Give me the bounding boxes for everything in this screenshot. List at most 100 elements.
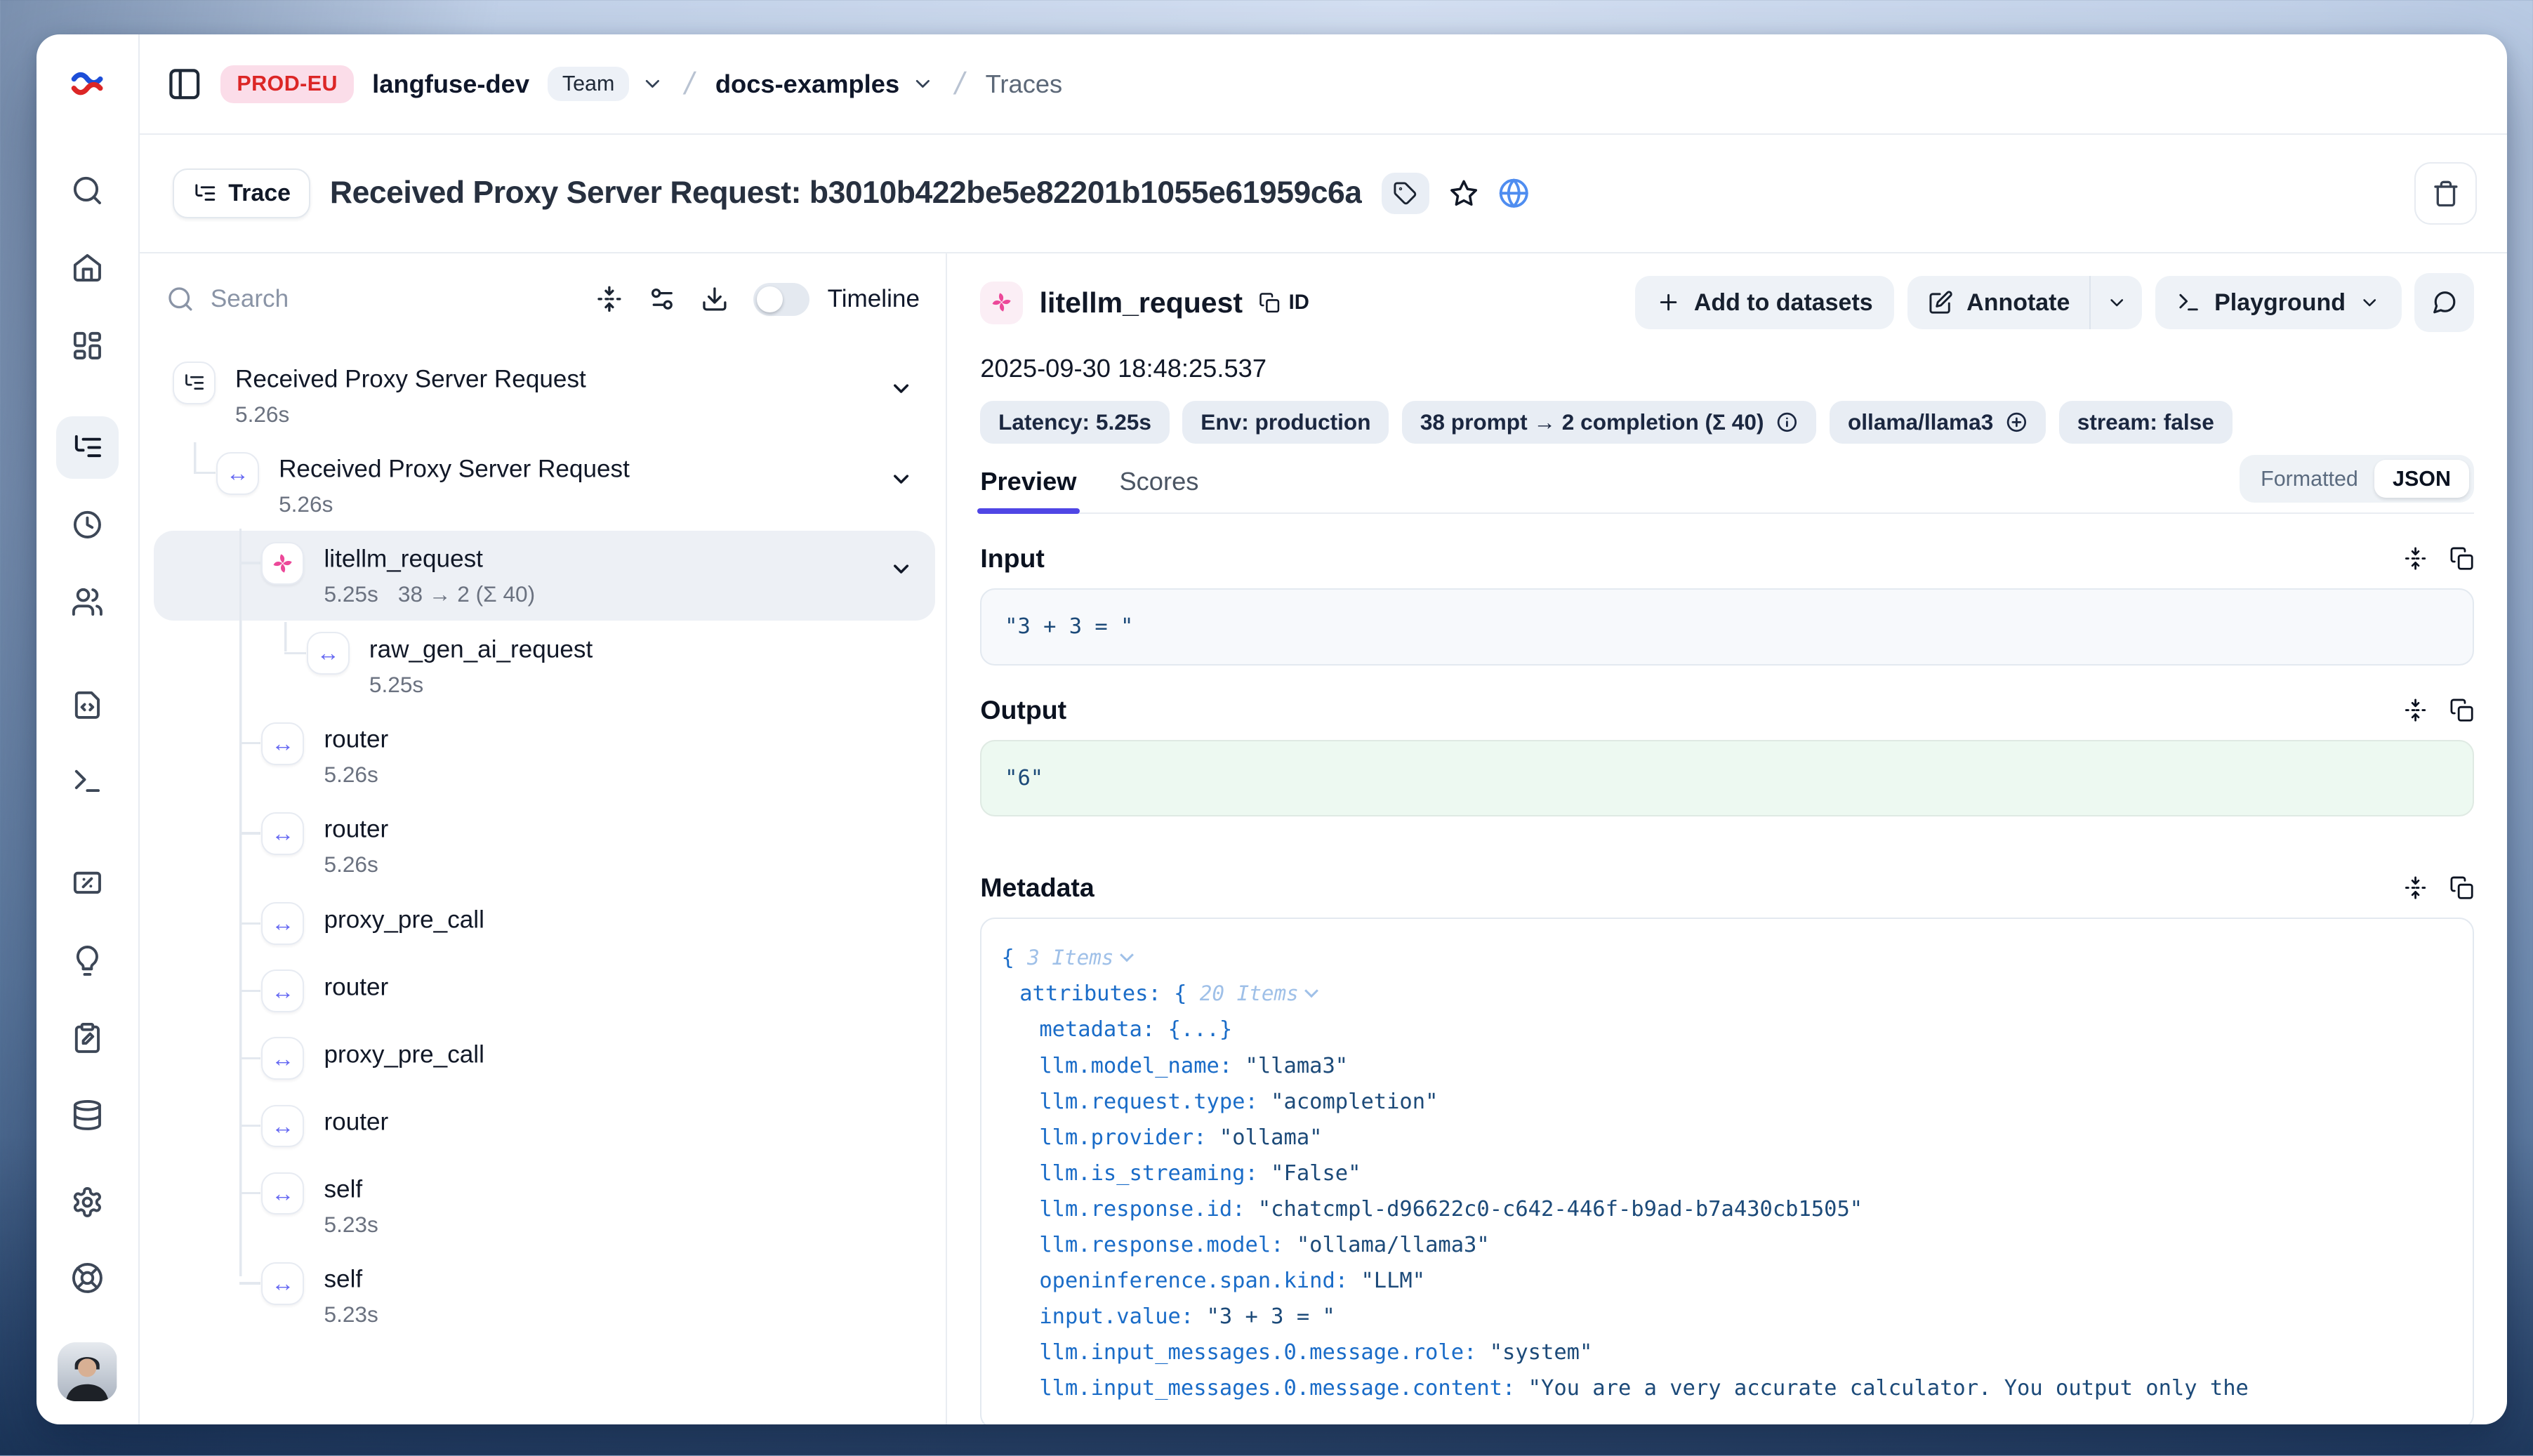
tab-preview[interactable]: Preview — [980, 467, 1076, 496]
json-value: "False" — [1271, 1161, 1361, 1186]
tree-row-span[interactable]: ↔ proxy_pre_call — [239, 892, 923, 960]
collapse-section-icon[interactable] — [2403, 698, 2428, 722]
json-line: llm.input_messages.0.message.role"system… — [1001, 1335, 2452, 1370]
tree-row-span[interactable]: ↔ raw_gen_ai_request 5.25s — [284, 622, 922, 712]
span-icon: ↔ — [261, 969, 304, 1012]
playground-terminal-icon[interactable] — [66, 760, 109, 802]
main-column: PROD-EU langfuse-dev Team / docs-example… — [140, 34, 2506, 1424]
metadata-section-icons — [2403, 875, 2474, 900]
delete-trace-button[interactable] — [2414, 162, 2477, 225]
content-area: Timeline Received Proxy Server Request 5… — [140, 253, 2506, 1424]
tree-row-label: Received Proxy Server Request — [235, 362, 586, 393]
users-icon[interactable] — [66, 581, 109, 623]
tree-row-trace-root[interactable]: Received Proxy Server Request 5.26s — [173, 352, 923, 442]
annotation-clipboard-icon[interactable] — [66, 1017, 109, 1059]
tree-children: ↔ Received Proxy Server Request 5.26s — [194, 442, 922, 1343]
dashboard-icon[interactable] — [66, 324, 109, 366]
evaluators-percent-icon[interactable] — [66, 861, 109, 904]
tree-search[interactable] — [166, 285, 571, 313]
token-usage-badge[interactable]: 38 prompt → 2 completion (Σ 40) — [1402, 401, 1816, 443]
json-item-count[interactable]: 3 Items — [1027, 946, 1113, 969]
search-icon[interactable] — [66, 169, 109, 212]
public-globe-icon[interactable] — [1498, 178, 1530, 209]
json-value: "You are a very accurate calculator. You… — [1528, 1376, 2249, 1401]
collapse-section-icon[interactable] — [2403, 546, 2428, 571]
json-collapse-chevron-icon[interactable] — [1120, 948, 1134, 962]
comments-button[interactable] — [2414, 273, 2473, 332]
tree-settings-icon[interactable] — [648, 285, 676, 313]
collapse-section-icon[interactable] — [2403, 875, 2428, 900]
annotate-dropdown-chevron-icon[interactable] — [2089, 276, 2142, 329]
tree-row-label: proxy_pre_call — [324, 1038, 484, 1068]
json-line: { 3 Items — [1001, 940, 2452, 976]
tree-row-duration: 5.23s — [324, 1302, 378, 1328]
llm-judge-lightbulb-icon[interactable] — [66, 939, 109, 982]
breadcrumb-section[interactable]: Traces — [986, 70, 1063, 99]
json-collapse-chevron-icon[interactable] — [1305, 984, 1319, 998]
project-switcher-chevron-icon[interactable] — [911, 72, 934, 95]
breadcrumb-divider: / — [678, 67, 701, 102]
tree-row-span[interactable]: ↔ Received Proxy Server Request 5.26s — [194, 442, 922, 532]
copy-id-label: ID — [1289, 291, 1309, 315]
json-key: llm.is_streaming — [1039, 1161, 1271, 1186]
tree-row-span[interactable]: ↔ router — [239, 960, 923, 1027]
output-section-icons — [2403, 698, 2474, 722]
json-value: "acompletion" — [1271, 1090, 1438, 1114]
json-item-count[interactable]: 20 Items — [1200, 981, 1299, 1005]
tag-icon[interactable] — [1382, 173, 1429, 214]
chevron-down-icon[interactable] — [889, 376, 913, 401]
bookmark-star-icon[interactable] — [1449, 178, 1479, 208]
settings-gear-icon[interactable] — [66, 1181, 109, 1224]
breadcrumb-org[interactable]: langfuse-dev — [372, 70, 529, 99]
collapse-all-icon[interactable] — [595, 285, 623, 313]
breadcrumb-project[interactable]: docs-examples — [715, 70, 899, 99]
format-formatted-option[interactable]: Formatted — [2244, 460, 2375, 498]
tree-toolbar: Timeline — [140, 270, 946, 332]
playground-button[interactable]: Playground — [2155, 276, 2402, 329]
tree-row-span[interactable]: ↔ router 5.26s — [239, 802, 923, 892]
tree-row-duration: 5.26s — [324, 762, 378, 788]
annotate-button-group: Annotate — [1907, 276, 2142, 329]
traces-icon[interactable] — [66, 426, 109, 469]
trace-icon — [173, 362, 216, 404]
top-navigation-bar: PROD-EU langfuse-dev Team / docs-example… — [140, 34, 2506, 135]
tree-row-generation-selected[interactable]: litellm_request 5.25s 38 → 2 (Σ 40) — [239, 532, 923, 622]
tree-row-span[interactable]: ↔ router — [239, 1094, 923, 1162]
observation-actions: Add to datasets Annotate Playground — [1635, 273, 2474, 332]
download-icon[interactable] — [701, 285, 729, 313]
copy-id-button[interactable]: ID — [1259, 291, 1309, 315]
json-value: "chatcmpl-d96622c0-c642-446f-b9ad-b7a430… — [1258, 1197, 1863, 1222]
sidebar-toggle-icon[interactable] — [166, 66, 203, 102]
model-badge[interactable]: ollama/llama3 — [1830, 401, 2046, 443]
tree-row-span[interactable]: ↔ self 5.23s — [239, 1252, 923, 1342]
chevron-down-icon[interactable] — [889, 467, 913, 491]
copy-icon[interactable] — [2449, 698, 2474, 722]
org-switcher-chevron-icon[interactable] — [641, 72, 664, 95]
user-avatar[interactable] — [58, 1342, 117, 1401]
json-key: metadata — [1039, 1017, 1168, 1042]
add-to-datasets-button[interactable]: Add to datasets — [1635, 276, 1895, 329]
json-collapsed-object[interactable]: {...} — [1168, 1017, 1233, 1042]
support-lifebuoy-icon[interactable] — [66, 1257, 109, 1299]
timeline-toggle[interactable] — [753, 283, 809, 316]
search-input[interactable] — [211, 285, 571, 313]
trace-type-chip[interactable]: Trace — [173, 168, 310, 218]
copy-icon[interactable] — [2449, 875, 2474, 900]
tree-row-span[interactable]: ↔ self 5.23s — [239, 1163, 923, 1252]
json-value: "3 + 3 = " — [1207, 1304, 1335, 1329]
copy-icon[interactable] — [2449, 546, 2474, 571]
info-icon — [1775, 411, 1799, 434]
tab-scores[interactable]: Scores — [1119, 467, 1198, 496]
home-icon[interactable] — [66, 246, 109, 289]
datasets-database-icon[interactable] — [66, 1094, 109, 1137]
sessions-clock-icon[interactable] — [66, 503, 109, 546]
annotate-button[interactable]: Annotate — [1907, 276, 2090, 329]
span-icon: ↔ — [261, 1037, 304, 1080]
chevron-down-icon[interactable] — [889, 557, 913, 581]
tree-row-span[interactable]: ↔ proxy_pre_call — [239, 1027, 923, 1094]
tree-row-span[interactable]: ↔ router 5.26s — [239, 713, 923, 802]
json-brace: { — [1174, 981, 1186, 1006]
format-json-option[interactable]: JSON — [2374, 460, 2468, 498]
prompts-file-code-icon[interactable] — [66, 682, 109, 725]
json-line: llm.response.id"chatcmpl-d96622c0-c642-4… — [1001, 1191, 2452, 1227]
